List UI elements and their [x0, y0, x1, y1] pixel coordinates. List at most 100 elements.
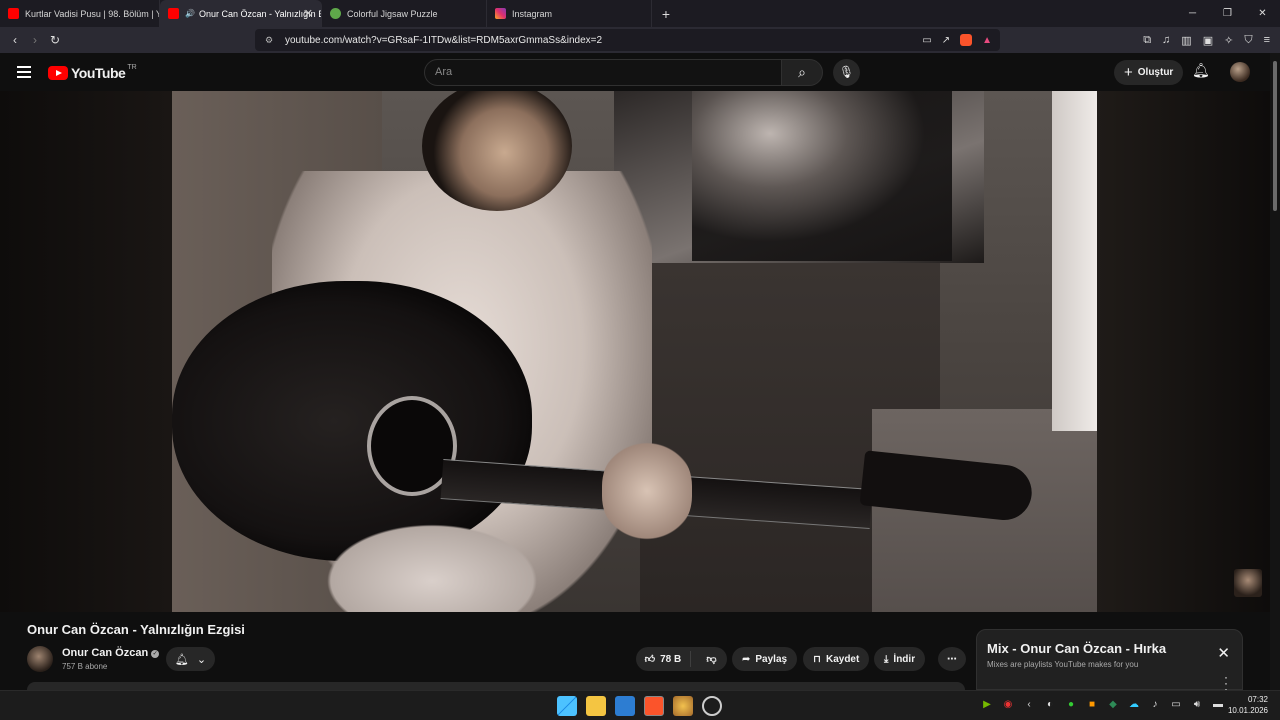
microphone-icon: 🎙 — [838, 65, 855, 79]
channel-name[interactable]: Onur Can Özcan — [62, 647, 148, 659]
floating-avatar[interactable] — [1234, 569, 1262, 597]
close-window-icon[interactable]: ✕ — [1245, 0, 1280, 27]
wallet-icon[interactable]: ▣ — [1203, 34, 1213, 47]
download-icon: ⤓ — [884, 653, 889, 665]
poster-image — [692, 91, 952, 261]
url-text: youtube.com/watch?v=GRsaF-1ITDw&list=RDM… — [285, 34, 603, 46]
create-label: Oluştur — [1137, 67, 1174, 78]
brave-browser-icon[interactable] — [644, 696, 664, 716]
notifications-bell-icon[interactable]: 🔔︎ — [1192, 62, 1210, 79]
tray-green-icon[interactable]: ● — [1064, 699, 1078, 710]
youtube-icon — [8, 8, 19, 19]
bookmark-save-icon: ⊓ — [813, 653, 821, 665]
close-icon[interactable]: ✕ — [1217, 644, 1230, 662]
video-title: Onur Can Özcan - Yalnızlığın Ezgisi — [27, 622, 245, 637]
close-tab-icon[interactable]: ✕ — [304, 7, 313, 20]
share-label: Paylaş — [755, 653, 788, 665]
brave-shields-icon[interactable] — [960, 34, 973, 46]
search-input[interactable]: Ara — [424, 59, 782, 86]
tab-label: Colorful Jigsaw Puzzle — [347, 8, 438, 19]
address-bar[interactable]: ⚙ youtube.com/watch?v=GRsaF-1ITDw&list=R… — [255, 29, 1000, 51]
vpn-icon[interactable]: ⛉ — [1244, 34, 1252, 47]
menu-icon[interactable]: ≡ — [1264, 34, 1270, 46]
instagram-icon — [495, 8, 506, 19]
tray-arrow-icon[interactable]: ‹ — [1022, 699, 1036, 710]
speaker-icon[interactable]: 🔊 — [185, 9, 195, 18]
region-label: TR — [127, 63, 137, 71]
restore-icon[interactable]: ❐ — [1210, 0, 1245, 27]
clock-date: 10.01.2026 — [1227, 706, 1268, 715]
brave-rewards-icon[interactable]: ▲ — [982, 35, 992, 46]
dislike-button[interactable]: 👎︎ — [696, 653, 727, 665]
start-icon[interactable] — [557, 696, 577, 716]
volume-icon[interactable]: 🔊︎ — [1190, 699, 1204, 710]
reload-icon[interactable]: ↻ — [45, 33, 65, 47]
file-explorer-icon[interactable] — [586, 696, 606, 716]
cast-icon[interactable]: ▭ — [922, 35, 931, 46]
tab-instagram[interactable]: Instagram — [487, 0, 652, 27]
battery-icon[interactable]: ▬ — [1211, 699, 1225, 710]
discord-icon[interactable]: ◐ — [1043, 699, 1057, 710]
voice-search-button[interactable]: 🎙 — [833, 59, 860, 86]
leo-icon[interactable]: ✧ — [1224, 34, 1233, 47]
youtube-play-icon — [48, 66, 68, 80]
taskbar-clock[interactable]: 07:32 10.01.2026 — [1228, 694, 1268, 716]
new-tab-button[interactable]: + — [652, 6, 680, 22]
screenshot-icon[interactable]: ⧉ — [1143, 34, 1151, 47]
like-button[interactable]: 👍︎ 78 B — [636, 651, 691, 667]
more-actions-button[interactable]: ⋯ — [938, 647, 966, 671]
subscription-bell-button[interactable]: 🔔︎ ⌄ — [166, 647, 215, 671]
site-info-icon[interactable]: ⚙ — [265, 35, 273, 46]
video-frame[interactable] — [172, 91, 1097, 612]
tray-mic-icon[interactable]: ♪ — [1148, 699, 1162, 710]
tab-label: Kurtlar Vadisi Pusu | 98. Bölüm | Yüks — [25, 8, 159, 19]
download-label: İndir — [893, 653, 916, 665]
page-scrollbar[interactable] — [1270, 53, 1280, 690]
game-app-icon[interactable] — [673, 696, 693, 716]
youtube-icon — [168, 8, 179, 19]
share-button[interactable]: ➦ Paylaş — [732, 647, 798, 671]
window — [1052, 91, 1097, 431]
create-button[interactable]: + Oluştur — [1114, 60, 1184, 85]
mix-title[interactable]: Mix - Onur Can Özcan - Hırka — [987, 641, 1166, 656]
logo-text: YouTube — [71, 65, 126, 81]
network-icon[interactable]: ▭ — [1169, 699, 1183, 710]
thumbs-down-icon: 👎︎ — [706, 654, 717, 665]
sidebar-icon[interactable]: ▥ — [1181, 34, 1191, 47]
save-button[interactable]: ⊓ Kaydet — [803, 647, 870, 671]
tray-shield-icon[interactable]: ◆ — [1106, 699, 1120, 710]
download-button[interactable]: ⤓ İndir — [874, 647, 926, 671]
channel-name-row[interactable]: Onur Can Özcan ✓ — [62, 647, 160, 659]
system-tray: ▶ ◉ ‹ ◐ ● ■ ◆ ☁ ♪ ▭ 🔊︎ ▬ — [980, 699, 1225, 710]
tray-orange-icon[interactable]: ■ — [1085, 699, 1099, 710]
account-avatar[interactable] — [1230, 62, 1250, 82]
photos-icon[interactable] — [615, 696, 635, 716]
youtube-logo[interactable]: YouTube TR — [48, 63, 137, 81]
channel-avatar[interactable] — [27, 646, 53, 672]
save-label: Kaydet — [825, 653, 860, 665]
fretting-hand — [602, 441, 692, 541]
video-player[interactable] — [0, 91, 1270, 612]
mix-subtitle: Mixes are playlists YouTube makes for yo… — [987, 660, 1139, 669]
share-page-icon[interactable]: ↗ — [942, 35, 950, 46]
media-icon[interactable]: ♫ — [1162, 34, 1170, 46]
tab-colorful-jigsaw[interactable]: Colorful Jigsaw Puzzle — [322, 0, 487, 27]
tray-cloud-icon[interactable]: ☁ — [1127, 699, 1141, 710]
hamburger-menu-icon[interactable] — [17, 66, 31, 81]
clock-time: 07:32 — [1247, 695, 1268, 704]
minimize-icon[interactable]: ─ — [1175, 0, 1210, 27]
plus-icon: + — [1124, 64, 1133, 81]
verified-icon: ✓ — [151, 650, 160, 658]
chevron-down-icon: ⌄ — [196, 653, 207, 666]
window-controls: ─ ❐ ✕ — [1175, 0, 1280, 27]
forward-icon[interactable]: › — [25, 33, 45, 47]
browser-toolbar: ‹ › ↻ ⊓ ⚙ youtube.com/watch?v=GRsaF-1ITD… — [0, 27, 1280, 53]
tab-kurtlar-vadisi[interactable]: Kurtlar Vadisi Pusu | 98. Bölüm | Yüks — [0, 0, 160, 27]
tab-onur-can-ozcan[interactable]: 🔊 Onur Can Özcan - Yalnızlığın E ✕ — [160, 0, 322, 27]
tray-app-icon[interactable]: ◉ — [1001, 699, 1015, 710]
steam-icon[interactable] — [702, 696, 722, 716]
nvidia-icon[interactable]: ▶ — [980, 699, 994, 710]
back-icon[interactable]: ‹ — [5, 33, 25, 47]
puzzle-icon — [330, 8, 341, 19]
search-button[interactable]: ⌕ — [781, 59, 823, 86]
